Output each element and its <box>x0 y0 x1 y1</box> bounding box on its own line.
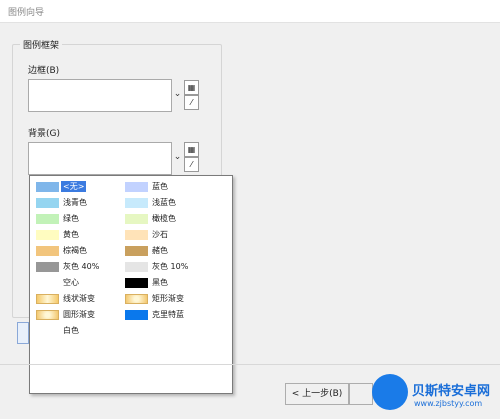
fill-option-crete-blue[interactable]: 克里特蓝 <box>122 308 222 322</box>
fill-option-label: 圆形渐变 <box>63 310 95 319</box>
fill-option-none[interactable]: <无> <box>33 180 123 194</box>
eyedropper-icon[interactable]: ⁄ <box>184 95 199 110</box>
scroll-tab <box>17 322 29 344</box>
color-swatch <box>36 182 59 192</box>
fill-option-label: 蓝色 <box>152 182 168 191</box>
fill-option-label: 沙石 <box>152 230 168 239</box>
fill-option-label: 橄榄色 <box>152 214 176 223</box>
fill-option-white[interactable]: 白色 <box>33 324 123 338</box>
border-label: 边框(B) <box>28 66 60 76</box>
fill-option-gray-10[interactable]: 灰色 10% <box>122 260 222 274</box>
fill-option-label: 线状渐变 <box>63 294 95 303</box>
next-button-partial[interactable] <box>349 383 373 405</box>
color-swatch <box>125 278 148 288</box>
color-swatch <box>125 262 148 272</box>
fill-option-rect-gradient[interactable]: 矩形渐变 <box>122 292 222 306</box>
fill-option-label: 浅蓝色 <box>152 198 176 207</box>
fill-option-ochre[interactable]: 赭色 <box>122 244 222 258</box>
fill-option-label: 克里特蓝 <box>152 310 184 319</box>
group-title: 图例框架 <box>20 38 63 51</box>
fill-option-label: 绿色 <box>63 214 79 223</box>
fill-option-label: 灰色 10% <box>152 262 189 271</box>
fill-option-label: 黄色 <box>63 230 79 239</box>
fill-option-label: 浅青色 <box>63 198 87 207</box>
fill-option-label: 矩形渐变 <box>152 294 184 303</box>
color-swatch <box>125 246 148 256</box>
background-picker[interactable] <box>28 142 172 175</box>
color-swatch <box>36 246 59 256</box>
footer-divider <box>0 364 500 365</box>
fill-option-light-cyan[interactable]: 浅青色 <box>33 196 123 210</box>
fill-option-label: 棕褐色 <box>63 246 87 255</box>
border-picker[interactable] <box>28 79 172 112</box>
color-swatch <box>36 230 59 240</box>
fill-option-linear-gradient[interactable]: 线状渐变 <box>33 292 123 306</box>
gradient-swatch <box>36 310 59 320</box>
fill-option-label: <无> <box>61 181 87 192</box>
watermark-brand: 贝斯特安卓网 <box>412 384 491 399</box>
titlebar: 图例向导 <box>0 0 500 23</box>
color-swatch <box>125 230 148 240</box>
fill-option-green[interactable]: 绿色 <box>33 212 123 226</box>
color-swatch <box>125 182 148 192</box>
fill-option-gray-40[interactable]: 灰色 40% <box>33 260 123 274</box>
fill-option-radial-gradient[interactable]: 圆形渐变 <box>33 308 123 322</box>
color-swatch <box>36 262 59 272</box>
fill-option-hollow[interactable]: 空心 <box>33 276 123 290</box>
fill-option-blue[interactable]: 蓝色 <box>122 180 222 194</box>
background-label: 背景(G) <box>28 129 60 139</box>
fill-option-olive[interactable]: 橄榄色 <box>122 212 222 226</box>
color-swatch <box>125 214 148 224</box>
watermark-logo-icon <box>372 374 408 410</box>
color-swatch <box>36 214 59 224</box>
fill-option-label: 空心 <box>63 278 79 287</box>
fill-option-sandstone[interactable]: 沙石 <box>122 228 222 242</box>
color-swatch <box>125 310 148 320</box>
fill-option-label: 赭色 <box>152 246 168 255</box>
back-button[interactable]: < 上一步(B) <box>285 383 349 405</box>
fill-option-yellow[interactable]: 黄色 <box>33 228 123 242</box>
fill-dropdown-menu: <无> 浅青色 绿色 黄色 棕褐色 灰色 40% 空心 线状渐变 圆形渐变 白色… <box>29 175 233 394</box>
window-title: 图例向导 <box>8 8 45 18</box>
chevron-down-icon[interactable]: ⌄ <box>172 142 183 173</box>
table-icon[interactable]: ▦ <box>184 80 199 95</box>
gradient-swatch <box>125 294 148 304</box>
fill-option-light-blue[interactable]: 浅蓝色 <box>122 196 222 210</box>
table-icon[interactable]: ▦ <box>184 142 199 157</box>
fill-option-tan[interactable]: 棕褐色 <box>33 244 123 258</box>
gradient-swatch <box>36 294 59 304</box>
chevron-down-icon[interactable]: ⌄ <box>172 79 183 110</box>
fill-option-label: 灰色 40% <box>63 262 100 271</box>
fill-option-label: 白色 <box>63 326 79 335</box>
color-swatch <box>125 198 148 208</box>
fill-option-label: 黑色 <box>152 278 168 287</box>
fill-option-black[interactable]: 黑色 <box>122 276 222 290</box>
watermark-url: www.zjbstyy.com <box>414 399 483 408</box>
eyedropper-icon[interactable]: ⁄ <box>184 157 199 172</box>
color-swatch <box>36 198 59 208</box>
